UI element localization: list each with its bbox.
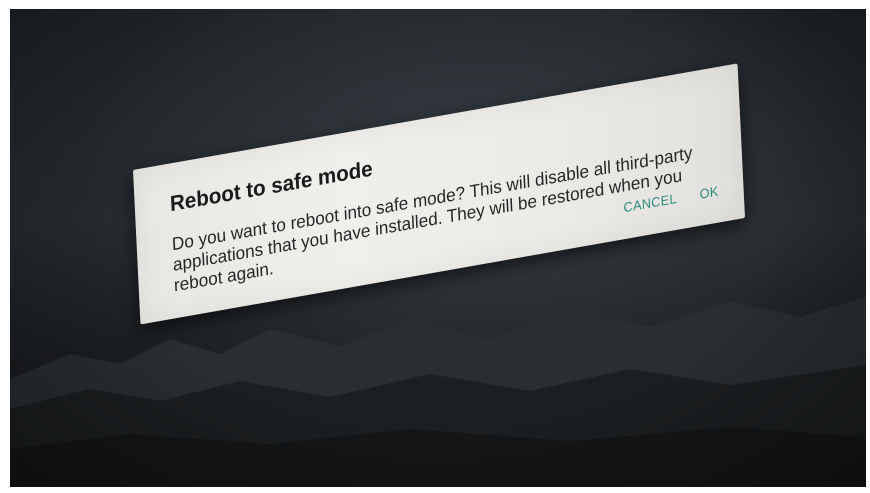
photo-frame: 9:40 Reboot to safe mode Do you want to … [0,0,870,493]
ok-button[interactable]: OK [699,183,719,202]
